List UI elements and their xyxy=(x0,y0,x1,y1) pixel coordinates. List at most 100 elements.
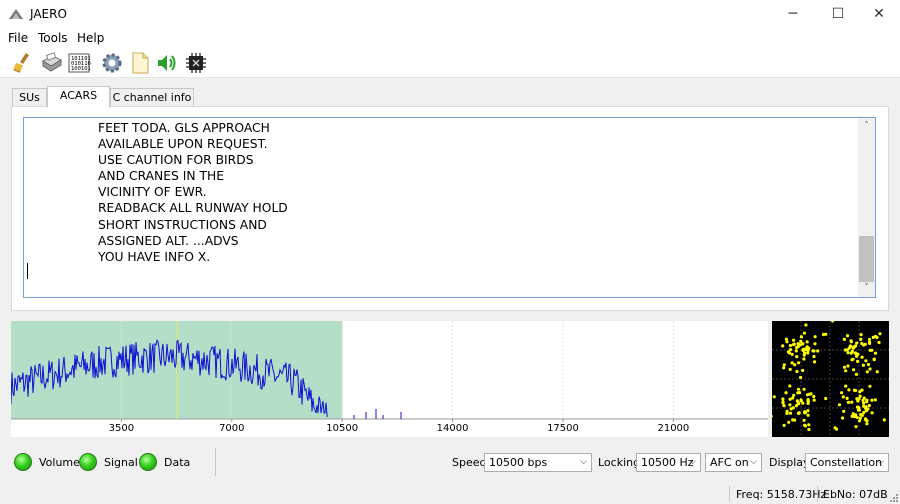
title-bar: JAERO ─ ☐ ✕ xyxy=(0,0,900,28)
constellation-point xyxy=(802,353,806,357)
speaker-icon[interactable] xyxy=(155,51,179,75)
constellation-point xyxy=(801,347,805,351)
scroll-thumb[interactable] xyxy=(859,236,874,282)
constellation-point xyxy=(802,331,806,335)
locking-label: Locking xyxy=(598,456,641,469)
constellation-point xyxy=(844,369,848,373)
constellation-point xyxy=(824,396,828,401)
acars-message-text: FEET TODA. GLS APPROACH AVAILABLE UPON RE… xyxy=(98,121,288,264)
constellation-point xyxy=(772,395,776,399)
signal-led-icon xyxy=(79,453,97,471)
constellation-point xyxy=(845,396,849,400)
constellation-point xyxy=(801,401,805,405)
constellation-point xyxy=(812,354,816,359)
constellation-point xyxy=(848,344,852,348)
tab-sus[interactable]: SUs xyxy=(12,88,47,107)
broom-icon[interactable] xyxy=(11,51,35,75)
constellation-point xyxy=(855,341,859,345)
constellation-point xyxy=(806,401,810,405)
text-caret xyxy=(27,263,28,279)
separator xyxy=(729,486,730,502)
tab-c-channel-info[interactable]: C channel info xyxy=(110,88,194,107)
constellation-point xyxy=(864,405,868,409)
tab-acars[interactable]: ACARS xyxy=(47,86,110,108)
window-title: JAERO xyxy=(30,7,67,21)
signal-label: Signal xyxy=(104,456,138,469)
constellation-point xyxy=(788,411,793,415)
constellation-point xyxy=(806,409,810,413)
constellation-point xyxy=(865,422,869,426)
close-button[interactable]: ✕ xyxy=(856,0,900,28)
constellation-point xyxy=(867,337,872,342)
constellation-point xyxy=(878,332,882,336)
constellation-point xyxy=(870,398,874,402)
menu-tools[interactable]: Tools xyxy=(38,31,68,45)
constellation-point xyxy=(784,391,788,395)
speed-select[interactable]: 10500 bps ⌵ xyxy=(484,453,592,472)
menu-help[interactable]: Help xyxy=(77,31,104,45)
constellation-point xyxy=(850,349,854,353)
gear-icon[interactable] xyxy=(100,51,124,75)
constellation-point xyxy=(789,407,793,411)
minimize-button[interactable]: ─ xyxy=(770,0,816,28)
constellation-point xyxy=(785,340,789,344)
constellation-point xyxy=(803,411,807,415)
constellation-point xyxy=(796,387,801,391)
constellation-point xyxy=(846,364,850,368)
scroll-down-arrow-icon[interactable]: ˅ xyxy=(858,280,875,297)
constellation-point xyxy=(782,363,786,367)
constellation-point xyxy=(853,344,858,348)
document-icon[interactable] xyxy=(128,51,152,75)
spectrum-plot[interactable]: 3500 7000 10500 14000 17500 21000 xyxy=(10,321,768,437)
constellation-point xyxy=(853,351,857,355)
app-icon xyxy=(9,9,23,19)
x-tick-label: 7000 xyxy=(219,423,244,434)
locking-select[interactable]: 10500 Hz ⌵ xyxy=(636,453,701,472)
resize-grip-icon[interactable] xyxy=(888,492,899,503)
chip-icon[interactable] xyxy=(184,51,208,75)
constellation-point xyxy=(797,391,802,395)
constellation-point xyxy=(871,335,875,339)
constellation-point xyxy=(850,400,854,404)
constellation-point xyxy=(788,343,792,348)
constellation-point xyxy=(805,393,810,397)
scroll-up-arrow-icon[interactable]: ˄ xyxy=(858,118,875,135)
constellation-point xyxy=(860,413,864,417)
constellation-point xyxy=(816,349,820,353)
acars-pane: FEET TODA. GLS APPROACH AVAILABLE UPON RE… xyxy=(11,106,889,311)
x-tick-label: 10500 xyxy=(326,423,358,434)
constellation-point xyxy=(788,367,792,371)
x-tick-label: 3500 xyxy=(109,423,134,434)
constellation-point xyxy=(786,350,790,354)
vertical-scrollbar[interactable]: ˄ ˅ xyxy=(858,118,875,297)
afc-select-value: AFC on xyxy=(710,456,749,469)
constellation-point xyxy=(841,395,845,399)
constellation-point xyxy=(867,404,871,408)
binary-data-icon[interactable]: 101101 010110 100101 xyxy=(67,51,91,75)
afc-select[interactable]: AFC on ⌵ xyxy=(705,453,762,472)
printer-icon[interactable] xyxy=(39,51,63,75)
data-label: Data xyxy=(164,456,191,469)
constellation-point xyxy=(859,333,863,337)
display-label: Display xyxy=(769,456,810,469)
speed-select-value: 10500 bps xyxy=(489,456,548,469)
constellation-point xyxy=(785,411,789,415)
maximize-button[interactable]: ☐ xyxy=(815,0,861,28)
constellation-point xyxy=(854,425,858,429)
constellation-point xyxy=(877,340,881,345)
constellation-point xyxy=(796,345,800,349)
constellation-point xyxy=(860,388,864,392)
menu-bar: File Tools Help xyxy=(0,28,900,48)
constellation-point xyxy=(862,343,866,347)
x-tick-label: 14000 xyxy=(437,423,469,434)
constellation-point xyxy=(856,399,860,403)
constellation-point xyxy=(854,372,858,376)
display-select[interactable]: Constellation ⌵ xyxy=(805,453,889,472)
constellation-point xyxy=(862,396,866,400)
menu-file[interactable]: File xyxy=(8,31,28,45)
separator xyxy=(215,448,216,476)
constellation-point xyxy=(811,349,815,353)
constellation-point xyxy=(807,423,811,427)
acars-message-area[interactable]: FEET TODA. GLS APPROACH AVAILABLE UPON RE… xyxy=(23,117,876,298)
constellation-point xyxy=(868,341,872,345)
